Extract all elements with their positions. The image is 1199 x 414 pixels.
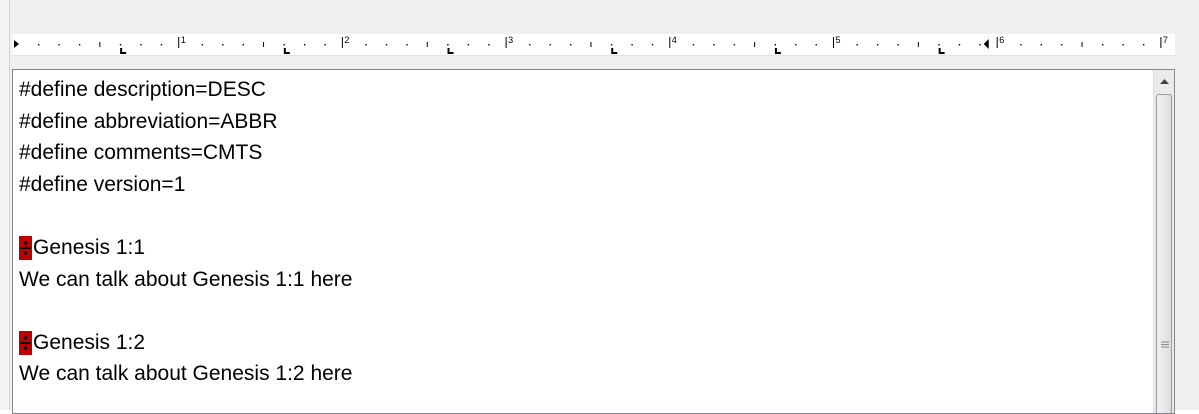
line-text: We can talk about Genesis 1:2 here xyxy=(19,362,353,386)
ruler-number: 4 xyxy=(672,35,677,45)
ruler-dot xyxy=(78,44,81,46)
first-line-indent-icon xyxy=(14,40,19,48)
ruler-dot xyxy=(815,44,817,46)
ruler-dot xyxy=(876,44,879,46)
ruler-gap xyxy=(10,56,1199,69)
ruler-dot xyxy=(201,44,204,46)
editor-content[interactable]: #define description=DESC #define abbrevia… xyxy=(19,74,1144,390)
scroll-grip-icon xyxy=(1161,341,1169,348)
line-text: #define comments=CMTS xyxy=(19,141,263,165)
ruler-dot xyxy=(856,44,858,46)
ruler-dot xyxy=(733,44,736,46)
ruler-dot xyxy=(897,44,899,46)
text-line: #define abbreviation=ABBR xyxy=(19,106,1144,138)
tab-stop-icon xyxy=(447,48,454,54)
scroll-thumb[interactable] xyxy=(1156,94,1172,413)
left-frame xyxy=(0,0,10,410)
line-text: #define description=DESC xyxy=(19,78,266,101)
ruler-dot xyxy=(610,44,613,46)
ruler-dot xyxy=(1040,44,1043,46)
text-line: We can talk about Genesis 1:1 here xyxy=(19,264,1144,296)
scroll-up-arrow-icon xyxy=(1159,78,1169,84)
ruler-dot xyxy=(692,44,695,46)
text-line: #define description=DESC xyxy=(19,74,1144,106)
ruler-dot xyxy=(774,44,777,46)
ruler-dot xyxy=(283,44,285,46)
ruler-dot xyxy=(569,44,572,46)
ruler-dot xyxy=(242,44,244,46)
ruler-dot xyxy=(119,44,122,46)
ruler-dot xyxy=(651,44,654,46)
text-line: #define version=1 xyxy=(19,169,1144,201)
ruler-dot xyxy=(488,44,490,46)
ruler-number: 1 xyxy=(181,35,186,45)
ruler-dot xyxy=(1122,44,1124,46)
heading-line: Genesis 1:1 xyxy=(19,232,1144,264)
line-text: #define abbreviation=ABBR xyxy=(19,109,278,133)
tab-stop-icon xyxy=(611,48,618,54)
line-text: Genesis 1:2 xyxy=(33,330,146,354)
ruler-dot xyxy=(549,44,551,46)
heading-line: Genesis 1:2 xyxy=(19,327,1144,359)
ruler-number: 2 xyxy=(344,35,349,45)
ruler-dot xyxy=(37,44,40,46)
ruler-number: 7 xyxy=(1163,35,1168,45)
ruler-number: 5 xyxy=(836,35,841,45)
ruler-dot xyxy=(303,44,306,46)
ruler-dot xyxy=(222,44,224,46)
section-divider-icon xyxy=(19,235,32,260)
ruler-dot xyxy=(631,44,633,46)
line-text: Genesis 1:1 xyxy=(33,235,146,259)
ruler-dot xyxy=(140,44,142,46)
tab-stop-icon xyxy=(938,48,945,54)
text-line: #define comments=CMTS xyxy=(19,137,1144,169)
vertical-scrollbar[interactable] xyxy=(1153,70,1174,413)
ruler-graphic: 1 2 3 4 5 6 7 xyxy=(14,35,1168,54)
ruler-dot xyxy=(58,44,60,46)
line-text: #define version=1 xyxy=(19,172,186,196)
ruler-dot xyxy=(795,44,797,46)
tab-stop-icon xyxy=(283,48,290,54)
ruler-dot xyxy=(467,44,470,46)
ruler-dot xyxy=(938,44,940,46)
ruler-dot xyxy=(529,44,531,46)
ruler-dot xyxy=(958,44,961,46)
ruler-dot xyxy=(324,44,326,46)
toolbar-strip xyxy=(10,0,1199,34)
ruler-number: 3 xyxy=(508,35,513,45)
line-text: We can talk about Genesis 1:1 here xyxy=(19,267,353,291)
ruler-dot xyxy=(1142,44,1145,46)
text-line: We can talk about Genesis 1:2 here xyxy=(19,358,1144,390)
ruler-dot xyxy=(979,44,981,46)
ruler-number: 6 xyxy=(999,35,1004,45)
ruler-dot xyxy=(385,44,388,46)
ruler-dot xyxy=(713,44,715,46)
ruler[interactable]: 1 2 3 4 5 6 7 xyxy=(12,34,1175,56)
right-indent-icon xyxy=(983,39,989,49)
ruler-dot xyxy=(1061,44,1063,46)
ruler-dot xyxy=(160,44,163,46)
ruler-dot xyxy=(1102,44,1104,46)
text-editor[interactable]: #define description=DESC #define abbrevia… xyxy=(12,69,1175,414)
section-divider-icon xyxy=(19,330,32,355)
ruler-dot xyxy=(365,44,367,46)
ruler-dot xyxy=(1020,44,1022,46)
editor-window: 1234567 #define description=DESC #define … xyxy=(0,0,1199,414)
tab-stop-icon xyxy=(774,48,781,54)
tab-stop-icon xyxy=(120,48,127,54)
ruler-dot xyxy=(447,44,449,46)
ruler-dot xyxy=(406,44,408,46)
scroll-up-button[interactable] xyxy=(1154,70,1174,92)
